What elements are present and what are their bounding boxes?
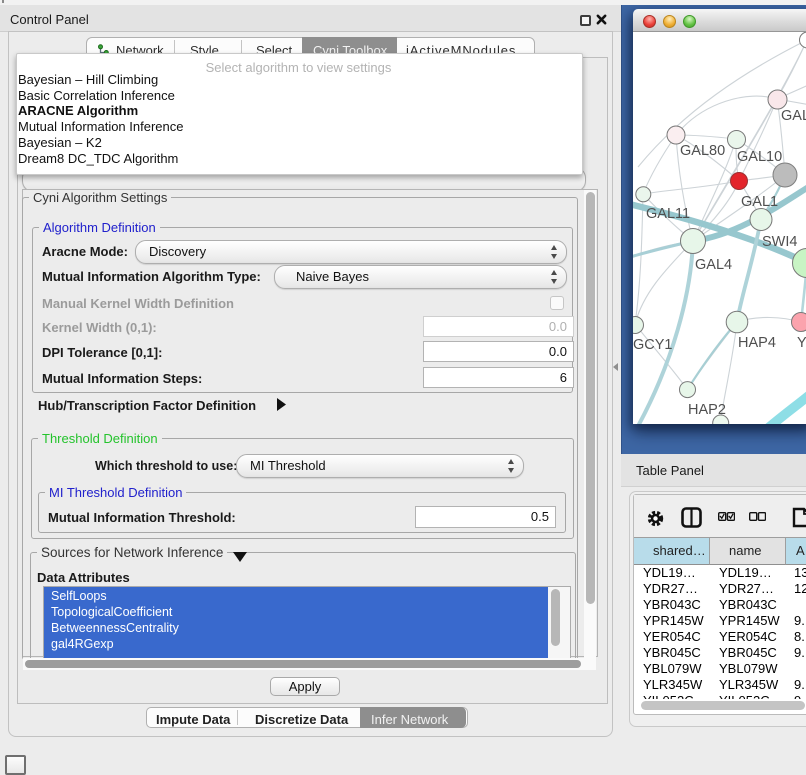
svg-text:GAL4: GAL4 — [695, 257, 732, 273]
svg-text:GAL80: GAL80 — [680, 143, 725, 159]
svg-text:YJ: YJ — [797, 335, 806, 351]
svg-text:SWI4: SWI4 — [762, 234, 797, 250]
svg-text:GAL11: GAL11 — [646, 206, 690, 222]
svg-text:HAP4: HAP4 — [738, 335, 776, 351]
svg-text:GAL2: GAL2 — [781, 108, 806, 124]
svg-text:HAP2: HAP2 — [688, 402, 726, 418]
svg-text:GCY1: GCY1 — [633, 337, 673, 353]
svg-text:GAL1: GAL1 — [741, 194, 778, 210]
svg-text:GAL10: GAL10 — [737, 149, 782, 165]
